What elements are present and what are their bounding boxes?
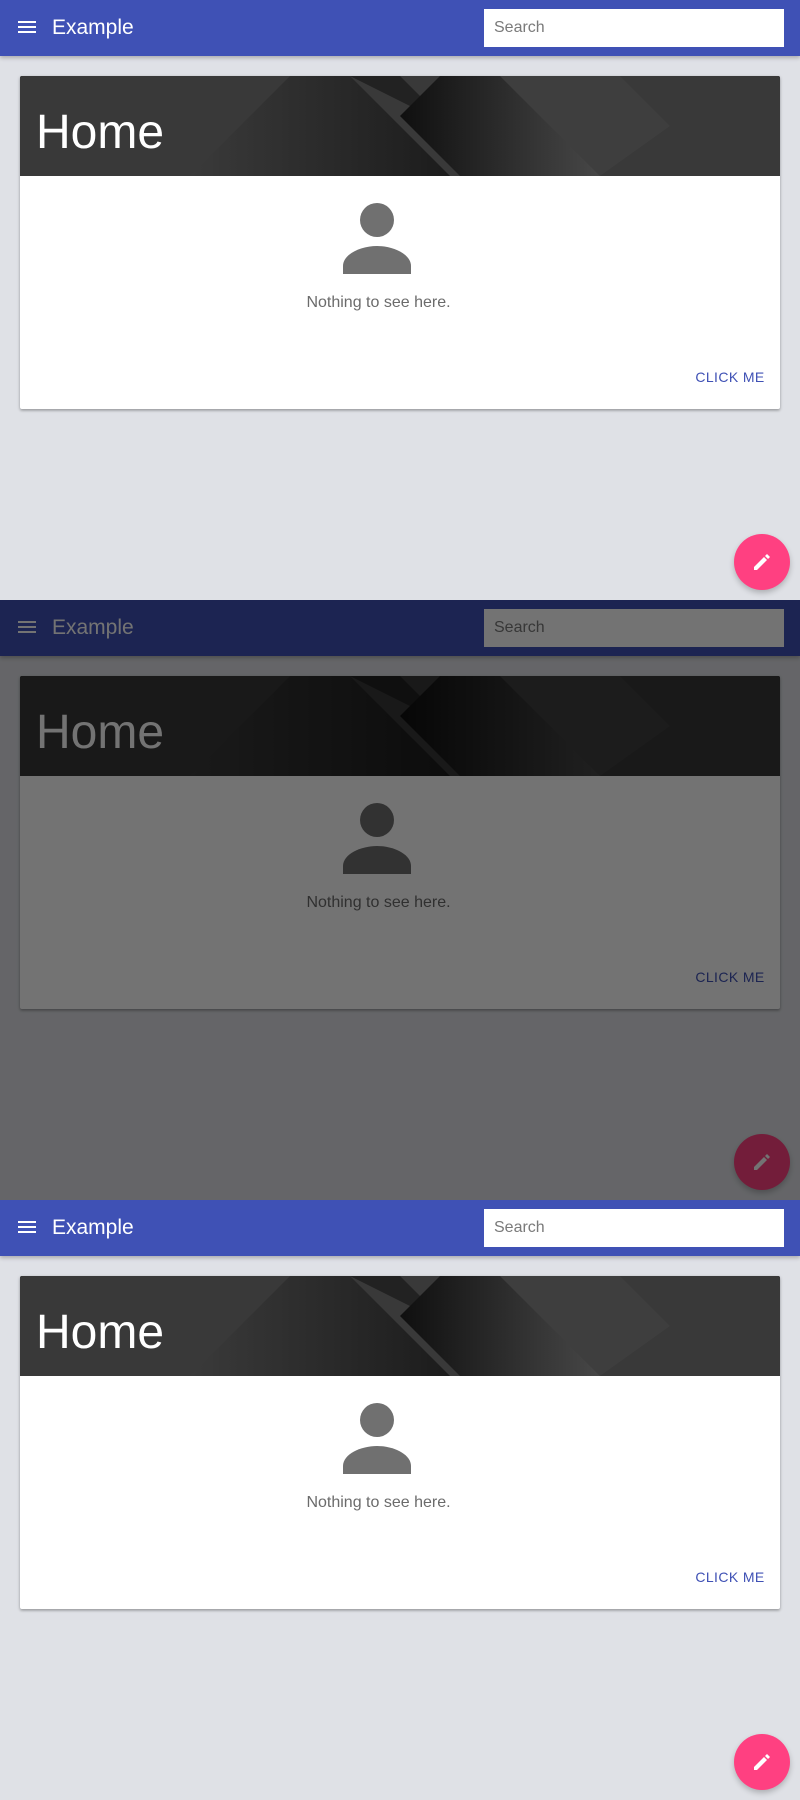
menu-button[interactable] (16, 18, 40, 38)
empty-state-message: Nothing to see here. (306, 294, 451, 311)
menu-icon (16, 1218, 40, 1238)
app-title: Example (52, 1216, 134, 1239)
edit-fab-button[interactable] (734, 534, 790, 590)
card-header-image: Home (20, 1276, 780, 1376)
app-bar: Example (0, 1200, 800, 1256)
click-me-button[interactable]: CLICK ME (688, 1562, 772, 1592)
modal-scrim-overlay[interactable] (0, 600, 800, 1200)
app-title: Example (52, 16, 134, 39)
empty-state-message: Nothing to see here. (306, 1494, 451, 1511)
click-me-button[interactable]: CLICK ME (688, 362, 772, 392)
card-header-image: Home (20, 76, 780, 176)
pencil-icon (754, 1754, 770, 1770)
screen-frame-1: Example Home (0, 0, 800, 600)
search-input[interactable] (484, 9, 784, 47)
home-card: Home Nothing to see here. CLICK ME (20, 76, 780, 409)
pencil-icon (754, 554, 770, 570)
search-input[interactable] (484, 1209, 784, 1247)
menu-icon (16, 18, 40, 38)
home-card: Home Nothing to see here. CLICK ME (20, 1276, 780, 1609)
screen-frame-3: Example Home (0, 1200, 800, 1800)
person-icon (341, 1402, 413, 1474)
card-title: Home (36, 1306, 165, 1359)
card-title: Home (36, 106, 165, 159)
person-icon (341, 202, 413, 274)
menu-button[interactable] (16, 1218, 40, 1238)
screen-frame-2: Example Home (0, 600, 800, 1200)
edit-fab-button[interactable] (734, 1734, 790, 1790)
app-bar: Example (0, 0, 800, 56)
